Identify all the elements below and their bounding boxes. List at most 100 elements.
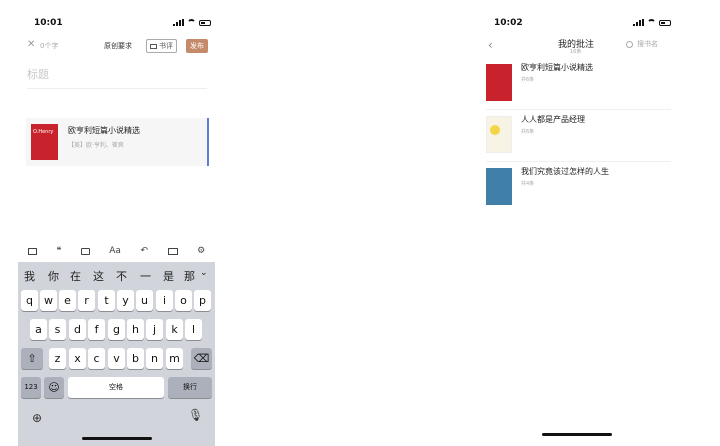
- key[interactable]: m: [166, 348, 183, 369]
- book-title: 我们究竟该过怎样的人生: [521, 167, 609, 176]
- font-icon[interactable]: Aa: [109, 246, 121, 256]
- key[interactable]: n: [146, 348, 163, 369]
- key-row-1: q w e r t y u i o p: [18, 290, 215, 311]
- back-icon[interactable]: ‹: [488, 38, 493, 52]
- monitor-icon: [150, 43, 157, 49]
- wifi-icon: [647, 19, 656, 26]
- key[interactable]: d: [69, 319, 86, 340]
- key-row-3: ⇧ z x c v b n m ⌫: [18, 348, 215, 369]
- shift-key[interactable]: ⇧: [21, 348, 43, 369]
- key[interactable]: x: [69, 348, 86, 369]
- book-cover: [31, 124, 58, 160]
- key[interactable]: g: [108, 319, 125, 340]
- key[interactable]: z: [49, 348, 66, 369]
- editor-toolbar: ✕ 0个字 原创要求 书评 发布: [18, 39, 215, 54]
- image-icon[interactable]: [80, 247, 90, 255]
- emoji-key[interactable]: ☺: [44, 377, 64, 398]
- key[interactable]: s: [49, 319, 66, 340]
- key[interactable]: u: [136, 290, 153, 311]
- wifi-icon: [187, 19, 196, 26]
- globe-icon[interactable]: ⊕: [32, 411, 42, 425]
- key[interactable]: j: [146, 319, 163, 340]
- page-subtitle: 16条: [570, 49, 582, 55]
- key[interactable]: f: [88, 319, 105, 340]
- key[interactable]: i: [156, 290, 173, 311]
- key[interactable]: b: [127, 348, 144, 369]
- candidate[interactable]: 是: [163, 268, 174, 284]
- settings-icon[interactable]: ⚙: [197, 246, 205, 256]
- key[interactable]: v: [108, 348, 125, 369]
- candidate[interactable]: 在: [70, 268, 81, 284]
- key[interactable]: t: [98, 290, 115, 311]
- editor-screen: 10:01 ✕ 0个字 原创要求 书评 发布 标题 欧亨利短篇小说精选 【美】欧…: [18, 0, 215, 446]
- status-bar: 10:01: [18, 18, 215, 32]
- keyboard: 我 你 在 这 不 一 是 那 ⌄ q w e r t y u i o p a …: [18, 262, 215, 446]
- search-button[interactable]: 搜书名: [626, 39, 658, 49]
- annotations-screen: 10:02 ‹ 我的批注 16条 搜书名 欧亨利短篇小说精选 共6条 人人都是产…: [478, 0, 675, 446]
- battery-icon: [659, 19, 671, 26]
- book-cover: [486, 64, 512, 101]
- key[interactable]: k: [166, 319, 183, 340]
- note-count: 共6条: [521, 77, 535, 83]
- key[interactable]: h: [127, 319, 144, 340]
- battery-icon: [199, 19, 211, 26]
- title-input[interactable]: 标题: [27, 66, 49, 82]
- key[interactable]: e: [59, 290, 76, 311]
- key[interactable]: p: [194, 290, 211, 311]
- format-toolbar: ❝ Aa ↶ ⚙: [18, 243, 215, 259]
- candidate[interactable]: 我: [24, 268, 35, 284]
- original-requirement-link[interactable]: 原创要求: [104, 41, 132, 51]
- space-key[interactable]: 空格: [68, 377, 164, 398]
- key-row-4: 123 ☺ 空格 换行: [18, 377, 215, 398]
- signal-icon: [173, 19, 184, 26]
- book-cover: [486, 116, 512, 153]
- nav-bar: ‹ 我的批注 16条 搜书名: [478, 37, 675, 57]
- key[interactable]: l: [185, 319, 202, 340]
- note-count: 共6条: [521, 129, 535, 135]
- review-label: 书评: [159, 42, 173, 50]
- candidate-bar: 我 你 在 这 不 一 是 那 ⌄: [18, 266, 215, 284]
- book-icon[interactable]: [27, 247, 37, 255]
- list-item[interactable]: 欧亨利短篇小说精选 共6条: [486, 60, 671, 110]
- return-key[interactable]: 换行: [168, 377, 212, 398]
- chevron-down-icon[interactable]: ⌄: [200, 268, 208, 278]
- numbers-key[interactable]: 123: [21, 377, 41, 398]
- book-title: 欧亨利短篇小说精选: [68, 126, 140, 135]
- key[interactable]: r: [78, 290, 95, 311]
- review-button[interactable]: 书评: [146, 39, 177, 53]
- microphone-icon[interactable]: 🎙: [188, 408, 203, 422]
- signal-icon: [633, 19, 644, 26]
- book-author: 【美】欧·亨利、崔爽: [68, 142, 124, 149]
- status-time: 10:01: [34, 18, 63, 28]
- home-indicator: [541, 433, 612, 436]
- candidate[interactable]: 一: [140, 268, 151, 284]
- key[interactable]: a: [30, 319, 47, 340]
- close-icon[interactable]: ✕: [27, 39, 35, 50]
- char-count: 0个字: [40, 42, 59, 50]
- search-label: 搜书名: [637, 40, 658, 48]
- list-item[interactable]: 我们究竟该过怎样的人生 共4条: [486, 164, 671, 214]
- list-item[interactable]: 人人都是产品经理 共6条: [486, 112, 671, 162]
- key-row-2: a s d f g h j k l: [18, 319, 215, 340]
- key[interactable]: y: [117, 290, 134, 311]
- publish-button[interactable]: 发布: [186, 39, 208, 53]
- key[interactable]: o: [175, 290, 192, 311]
- candidate[interactable]: 这: [93, 268, 104, 284]
- divider: [27, 88, 207, 89]
- status-time: 10:02: [494, 18, 523, 28]
- key[interactable]: c: [88, 348, 105, 369]
- home-indicator: [81, 437, 152, 440]
- book-cover: [486, 168, 512, 205]
- key[interactable]: q: [21, 290, 38, 311]
- candidate[interactable]: 你: [48, 268, 59, 284]
- backspace-key[interactable]: ⌫: [191, 348, 212, 369]
- key[interactable]: w: [40, 290, 57, 311]
- candidate[interactable]: 不: [116, 268, 127, 284]
- quote-icon[interactable]: ❝: [56, 246, 61, 256]
- candidate[interactable]: 那: [184, 268, 195, 284]
- undo-icon[interactable]: ↶: [140, 246, 148, 256]
- book-title: 欧亨利短篇小说精选: [521, 63, 593, 72]
- keyboard-icon[interactable]: [167, 247, 178, 255]
- book-card[interactable]: 欧亨利短篇小说精选 【美】欧·亨利、崔爽: [26, 118, 209, 166]
- search-icon: [626, 40, 633, 48]
